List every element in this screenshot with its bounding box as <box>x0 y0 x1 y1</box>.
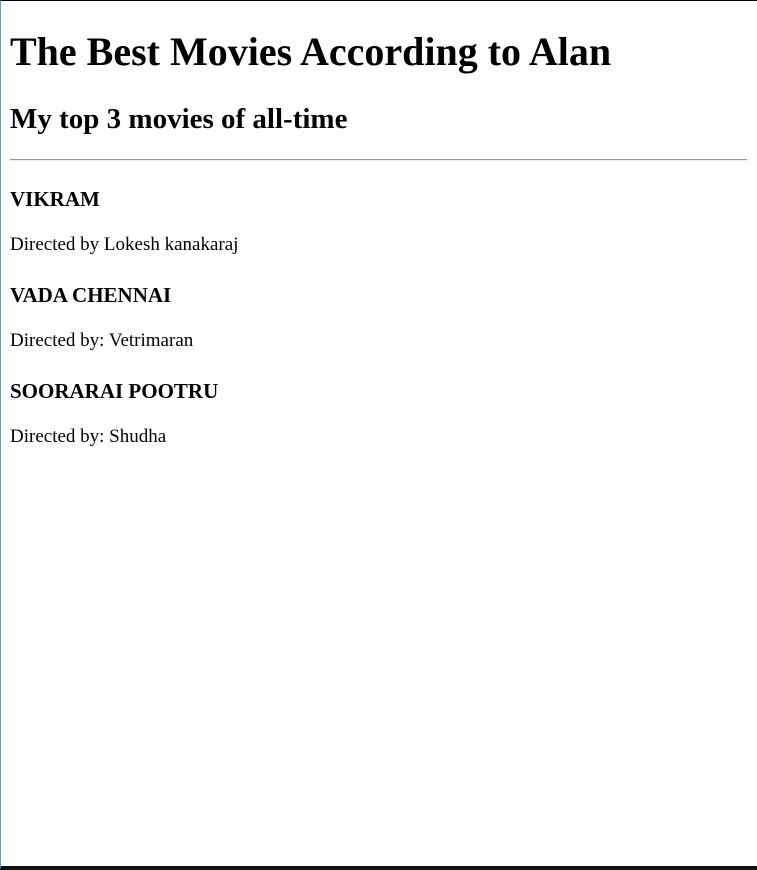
movie-title: SOORARAI POOTRU <box>10 379 219 403</box>
movie-item: SOORARAI POOTRU Directed by: Shudha <box>10 378 747 449</box>
movie-director: Directed by Lokesh kanakaraj <box>10 234 239 255</box>
movie-list: VIKRAM Directed by Lokesh kanakaraj VADA… <box>10 186 747 449</box>
movie-item: VADA CHENNAI Directed by: Vetrimaran <box>10 282 747 353</box>
movie-director: Directed by: Shudha <box>10 426 167 447</box>
movie-title: VADA CHENNAI <box>10 283 172 307</box>
movie-director: Directed by: Vetrimaran <box>10 330 194 351</box>
page-content: The Best Movies According to Alan My top… <box>10 0 747 449</box>
divider <box>10 159 747 161</box>
page-title: The Best Movies According to Alan <box>10 29 612 74</box>
movie-item: VIKRAM Directed by Lokesh kanakaraj <box>10 186 747 257</box>
movie-title: VIKRAM <box>10 187 100 211</box>
page-subtitle: My top 3 movies of all-time <box>10 103 348 135</box>
